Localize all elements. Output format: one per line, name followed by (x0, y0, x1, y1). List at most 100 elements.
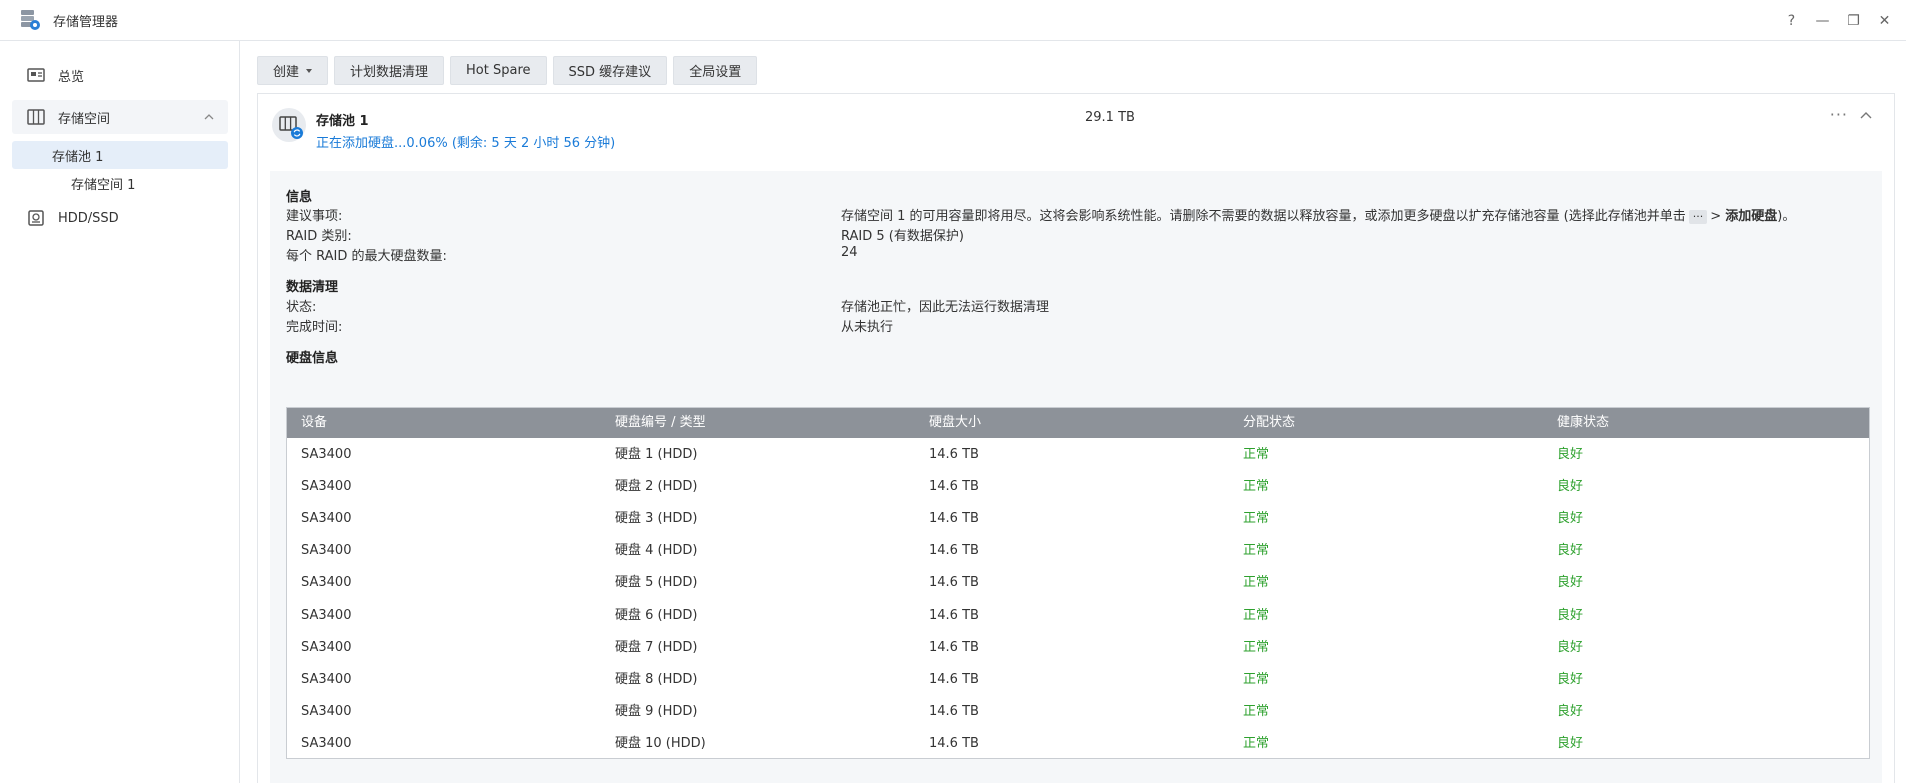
storage-pool-card: 存储池 1 正在添加硬盘...0.06% (剩余: 5 天 2 小时 56 分钟… (257, 93, 1895, 783)
table-row[interactable]: SA3400 硬盘 8 (HDD) 14.6 TB 正常 良好 (287, 664, 1869, 696)
allocation-status-cell: 正常 (1243, 671, 1270, 687)
table-row[interactable]: SA3400 硬盘 10 (HDD) 14.6 TB 正常 良好 (287, 728, 1869, 760)
device-cell: SA3400 (301, 671, 352, 687)
global-settings-button[interactable]: 全局设置 (673, 56, 758, 85)
minimize-icon[interactable]: — (1807, 5, 1838, 36)
device-cell: SA3400 (301, 543, 352, 559)
health-status-cell: 良好 (1557, 575, 1584, 591)
health-status-cell: 良好 (1557, 703, 1584, 719)
table-row[interactable]: SA3400 硬盘 6 (HDD) 14.6 TB 正常 良好 (287, 600, 1869, 632)
column-header-device[interactable]: 设备 (301, 408, 327, 438)
disk-type-cell: 硬盘 9 (HDD) (615, 703, 698, 719)
allocation-status-cell: 正常 (1243, 735, 1270, 751)
more-options-icon[interactable]: ··· (1830, 105, 1848, 124)
table-row[interactable]: SA3400 硬盘 2 (HDD) 14.6 TB 正常 良好 (287, 471, 1869, 503)
title-bar: 存储管理器 ? — ❐ ✕ (0, 0, 1906, 41)
overview-icon (27, 67, 45, 83)
table-row[interactable]: SA3400 硬盘 4 (HDD) 14.6 TB 正常 良好 (287, 535, 1869, 567)
size-cell: 14.6 TB (929, 479, 979, 495)
storage-manager-app-icon (19, 9, 41, 31)
data-scrub-schedule-button[interactable]: 计划数据清理 (334, 56, 445, 85)
storage-space-icon (27, 109, 45, 125)
device-cell: SA3400 (301, 447, 352, 462)
size-cell: 14.6 TB (929, 543, 979, 559)
sidebar-item-label: 存储空间 1 (71, 177, 136, 193)
allocation-status-cell: 正常 (1243, 607, 1270, 623)
device-cell: SA3400 (301, 703, 352, 719)
main-content: 创建 计划数据清理 Hot Spare SSD 缓存建议 全局设置 存储池 1 … (241, 41, 1906, 783)
column-header-allocation[interactable]: 分配状态 (1243, 408, 1295, 438)
size-cell: 14.6 TB (929, 511, 979, 527)
suggestion-arrow: > (1710, 209, 1726, 224)
device-cell: SA3400 (301, 607, 352, 623)
pool-header[interactable]: 存储池 1 正在添加硬盘...0.06% (剩余: 5 天 2 小时 56 分钟… (258, 94, 1894, 164)
table-row[interactable]: SA3400 硬盘 5 (HDD) 14.6 TB 正常 良好 (287, 567, 1869, 599)
sidebar-item-hdd-ssd[interactable]: HDD/SSD (12, 201, 228, 235)
disk-type-cell: 硬盘 7 (HDD) (615, 639, 698, 655)
device-cell: SA3400 (301, 575, 352, 591)
ssd-cache-advisor-button[interactable]: SSD 缓存建议 (552, 56, 668, 85)
pool-size: 29.1 TB (1085, 110, 1135, 125)
health-status-cell: 良好 (1557, 671, 1584, 687)
chevron-up-icon[interactable] (204, 111, 214, 121)
health-status-cell: 良好 (1557, 607, 1584, 623)
sidebar-item-label: HDD/SSD (58, 210, 119, 226)
table-row[interactable]: SA3400 硬盘 1 (HDD) 14.6 TB 正常 良好 (287, 439, 1869, 471)
scrub-section-title: 数据清理 (286, 280, 339, 295)
size-cell: 14.6 TB (929, 575, 979, 591)
column-header-size[interactable]: 硬盘大小 (929, 408, 981, 438)
toolbar: 创建 计划数据清理 Hot Spare SSD 缓存建议 全局设置 (257, 56, 758, 85)
scrub-finish-label: 完成时间: (286, 320, 343, 335)
disk-table-header: 设备 硬盘编号 / 类型 硬盘大小 分配状态 健康状态 (287, 408, 1869, 438)
disk-type-cell: 硬盘 1 (HDD) (615, 447, 698, 462)
disk-type-cell: 硬盘 6 (HDD) (615, 607, 698, 623)
suggestion-label: 建议事项: (286, 209, 343, 224)
table-row[interactable]: SA3400 硬盘 7 (HDD) 14.6 TB 正常 良好 (287, 632, 1869, 664)
column-header-health[interactable]: 健康状态 (1557, 408, 1609, 438)
sidebar-item-volume-1[interactable]: 存储空间 1 (12, 169, 228, 197)
allocation-status-cell: 正常 (1243, 639, 1270, 655)
create-button[interactable]: 创建 (257, 56, 329, 85)
scrub-state-label: 状态: (286, 300, 317, 315)
raid-type-label: RAID 类别: (286, 229, 352, 244)
device-cell: SA3400 (301, 511, 352, 527)
column-header-disk-type[interactable]: 硬盘编号 / 类型 (615, 408, 706, 438)
health-status-cell: 良好 (1557, 511, 1584, 527)
pool-status: 正在添加硬盘...0.06% (剩余: 5 天 2 小时 56 分钟) (316, 136, 616, 151)
disk-type-cell: 硬盘 2 (HDD) (615, 479, 698, 495)
device-cell: SA3400 (301, 479, 352, 495)
chevron-up-icon[interactable] (1860, 110, 1872, 120)
help-icon[interactable]: ? (1776, 5, 1807, 36)
add-disk-hint: 添加硬盘 (1725, 209, 1778, 224)
allocation-status-cell: 正常 (1243, 543, 1270, 559)
disk-table: 设备 硬盘编号 / 类型 硬盘大小 分配状态 健康状态 SA3400 硬盘 1 (… (286, 407, 1870, 759)
close-icon[interactable]: ✕ (1869, 5, 1900, 36)
disk-type-cell: 硬盘 3 (HDD) (615, 511, 698, 527)
info-section-title: 信息 (286, 190, 313, 205)
scrub-finish-value: 从未执行 (841, 320, 894, 335)
allocation-status-cell: 正常 (1243, 575, 1270, 591)
restore-icon[interactable]: ❐ (1838, 5, 1869, 36)
sidebar-item-storage-space[interactable]: 存储空间 (12, 100, 228, 134)
health-status-cell: 良好 (1557, 639, 1584, 655)
size-cell: 14.6 TB (929, 671, 979, 687)
health-status-cell: 良好 (1557, 735, 1584, 751)
max-disks-label: 每个 RAID 的最大硬盘数量: (286, 249, 447, 264)
sidebar-item-pool-1[interactable]: 存储池 1 (12, 141, 228, 169)
suggestion-value: 存储空间 1 的可用容量即将用尽。这将会影响系统性能。请删除不需要的数据以释放容… (841, 205, 1795, 224)
sidebar-item-overview[interactable]: 总览 (12, 58, 228, 92)
disk-type-cell: 硬盘 5 (HDD) (615, 575, 698, 591)
size-cell: 14.6 TB (929, 447, 979, 462)
allocation-status-cell: 正常 (1243, 511, 1270, 527)
storage-pool-icon (272, 108, 306, 142)
sidebar-item-label: 总览 (58, 69, 85, 85)
size-cell: 14.6 TB (929, 607, 979, 623)
device-cell: SA3400 (301, 639, 352, 655)
table-row[interactable]: SA3400 硬盘 9 (HDD) 14.6 TB 正常 良好 (287, 696, 1869, 728)
hot-spare-button[interactable]: Hot Spare (450, 56, 547, 85)
table-row[interactable]: SA3400 硬盘 3 (HDD) 14.6 TB 正常 良好 (287, 503, 1869, 535)
hdd-icon (27, 210, 45, 226)
scrub-state-value: 存储池正忙，因此无法运行数据清理 (841, 300, 1050, 315)
disk-info-section-title: 硬盘信息 (286, 351, 339, 366)
raid-type-value: RAID 5 (有数据保护) (841, 229, 964, 244)
